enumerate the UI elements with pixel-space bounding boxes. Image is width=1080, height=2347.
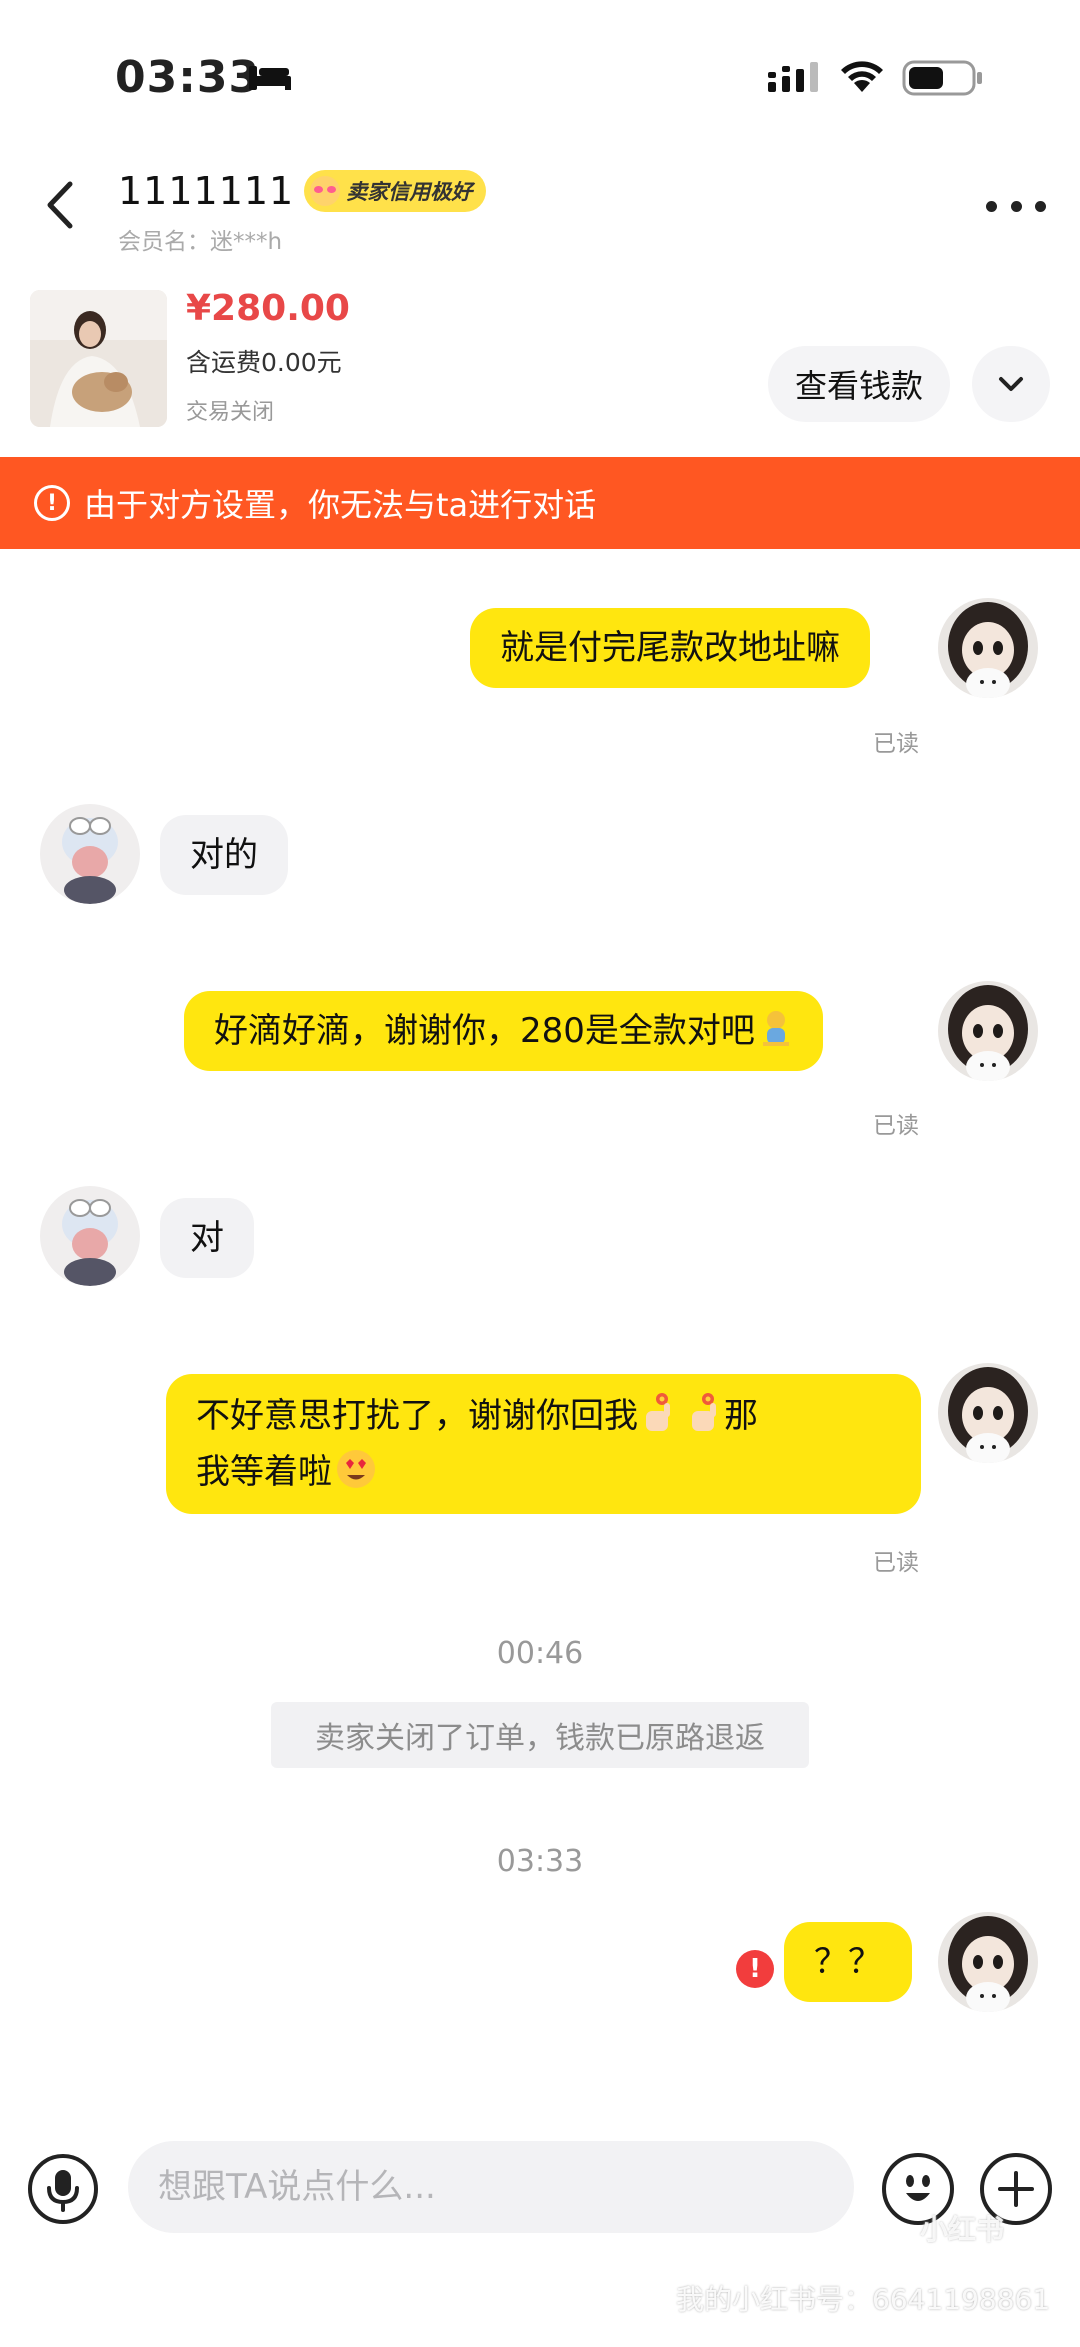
seller-avatar[interactable]	[40, 804, 140, 904]
watermark-text: 我的小红书号：6641198861	[676, 2283, 1051, 2316]
product-photo	[30, 290, 167, 427]
timestamp: 00:46	[496, 1636, 584, 1671]
warning-text: 由于对方设置，你无法与ta进行对话	[84, 486, 597, 524]
watermark-logo: 小红书	[920, 2213, 1005, 2246]
message-bubble-outgoing[interactable]: 好滴好滴，谢谢你，280是全款对吧	[184, 991, 823, 1071]
message-text: 我等着啦	[196, 1452, 332, 1492]
doll-avatar-image	[938, 598, 1038, 698]
doll-avatar-image	[938, 1912, 1038, 2012]
voice-button[interactable]	[28, 2154, 98, 2224]
message-bubble-incoming[interactable]: 对的	[160, 815, 288, 895]
dot-icon	[1010, 200, 1022, 212]
chat-header: 1111111 卖家信用极好	[118, 166, 487, 216]
read-receipt: 已读	[873, 1550, 919, 1576]
view-payment-button[interactable]: 查看钱款	[768, 346, 950, 422]
my-avatar[interactable]	[938, 981, 1038, 1081]
dot-icon	[1035, 200, 1046, 212]
doll-avatar-image	[938, 1363, 1038, 1463]
message-text: 那	[724, 1396, 758, 1436]
seller-avatar-image	[40, 804, 140, 904]
message-line: 我等着啦	[196, 1444, 891, 1500]
seller-avatar[interactable]	[40, 1186, 140, 1286]
badge-label: 卖家信用极好	[346, 180, 473, 204]
person-emoji-icon	[762, 1011, 789, 1046]
shipping-info: 含运费0.00元	[186, 348, 342, 377]
message-bubble-incoming[interactable]: 对	[160, 1198, 254, 1278]
signal-icon	[768, 62, 818, 92]
status-bar: 03:33	[0, 0, 1080, 150]
seller-avatar-image	[40, 1186, 140, 1286]
read-receipt: 已读	[873, 1113, 919, 1139]
read-receipt: 已读	[873, 731, 919, 757]
transaction-status: 交易关闭	[186, 400, 275, 425]
message-bubble-outgoing[interactable]: ？？	[784, 1922, 912, 2002]
product-price: ¥280.00	[186, 288, 350, 329]
message-input[interactable]	[128, 2141, 854, 2233]
heart-eyes-emoji-icon	[337, 1450, 375, 1488]
message-text: 好滴好滴，谢谢你，280是全款对吧	[214, 1011, 755, 1051]
battery-icon	[902, 60, 982, 96]
status-time: 03:33	[115, 52, 261, 103]
thumbs-up-flower-icon	[646, 1393, 670, 1431]
more-options-button[interactable]	[986, 196, 1046, 216]
member-name: 会员名：迷***h	[118, 229, 283, 255]
my-avatar[interactable]	[938, 1363, 1038, 1463]
exclamation-circle-icon: !	[34, 485, 70, 521]
chevron-down-icon	[999, 377, 1023, 391]
warning-banner: ! 由于对方设置，你无法与ta进行对话	[0, 457, 1080, 549]
order-closed-notice: 卖家关闭了订单，钱款已原路退返	[271, 1702, 809, 1768]
expand-button[interactable]	[972, 346, 1050, 422]
back-button[interactable]	[36, 170, 86, 240]
doll-avatar-image	[938, 981, 1038, 1081]
my-avatar[interactable]	[938, 1912, 1038, 2012]
timestamp: 03:33	[496, 1844, 584, 1879]
thumbs-up-flower-icon	[692, 1393, 716, 1431]
send-failed-icon[interactable]: !	[736, 1950, 774, 1988]
message-bubble-outgoing[interactable]: 就是付完尾款改地址嘛	[470, 608, 870, 688]
wifi-icon	[841, 61, 883, 92]
message-bubble-outgoing[interactable]: 不好意思打扰了，谢谢你回我 那 我等着啦	[166, 1374, 921, 1514]
chat-title: 1111111	[118, 169, 295, 213]
my-avatar[interactable]	[938, 598, 1038, 698]
message-line: 不好意思打扰了，谢谢你回我 那	[196, 1388, 891, 1444]
heart-eyes-icon	[310, 176, 341, 206]
message-text: 不好意思打扰了，谢谢你回我	[196, 1396, 638, 1436]
seller-credit-badge[interactable]: 卖家信用极好	[304, 170, 487, 212]
dot-icon	[986, 200, 997, 212]
microphone-icon	[47, 2170, 79, 2212]
product-thumbnail[interactable]	[30, 290, 167, 427]
bed-icon	[249, 66, 291, 90]
